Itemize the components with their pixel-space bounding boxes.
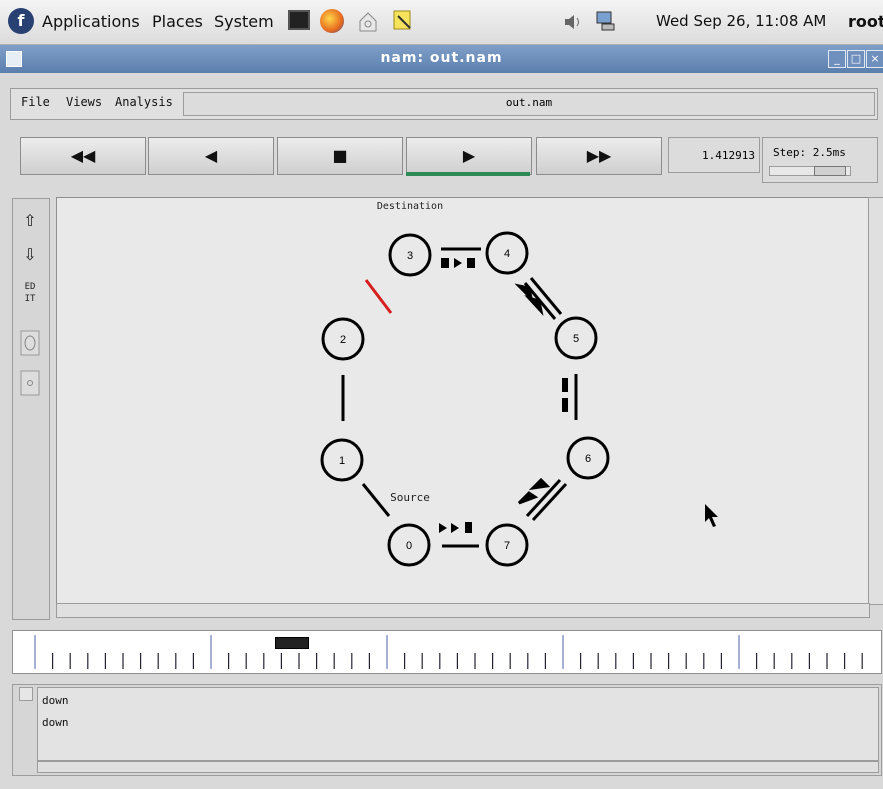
network-monitor-icon[interactable] xyxy=(594,9,618,33)
play-active-indicator xyxy=(406,172,530,176)
panel-menu-applications[interactable]: Applications xyxy=(42,12,140,31)
node-label-1: 1 xyxy=(339,455,345,467)
panel-menu-places[interactable]: Places xyxy=(152,12,203,31)
log-panel: down down xyxy=(12,684,882,776)
node-label-2: 2 xyxy=(340,334,346,346)
node-5[interactable]: 5 xyxy=(554,316,598,360)
step-slider-thumb[interactable] xyxy=(814,166,846,176)
node-label-7: 7 xyxy=(504,540,510,552)
menu-analysis[interactable]: Analysis xyxy=(115,95,173,109)
network-graph: 3 4 2 5 1 6 0 7 Destination Source xyxy=(320,201,718,567)
terminal-icon[interactable] xyxy=(288,10,310,30)
log-line: down xyxy=(42,694,69,707)
maximize-icon[interactable]: □ xyxy=(847,50,865,68)
node-3[interactable]: 3 xyxy=(388,233,432,277)
node-0[interactable]: 0 xyxy=(387,523,431,567)
packets-3-4 xyxy=(441,258,475,268)
node-7[interactable]: 7 xyxy=(485,523,529,567)
panel-user[interactable]: root xyxy=(848,12,883,31)
window-title: nam: out.nam xyxy=(380,50,503,66)
timeline-slider-thumb[interactable] xyxy=(275,637,309,649)
circle-tool-icon[interactable] xyxy=(17,329,43,357)
timeline[interactable] xyxy=(12,630,882,674)
network-canvas[interactable]: 3 4 2 5 1 6 0 7 Destination Source xyxy=(56,197,870,605)
stop-button[interactable]: ■ xyxy=(277,137,403,175)
source-label: Source xyxy=(390,491,430,504)
node-label-5: 5 xyxy=(573,333,579,345)
firefox-icon[interactable] xyxy=(320,9,344,33)
menubar: File Views Analysis out.nam xyxy=(10,88,878,120)
packets-0-7 xyxy=(439,522,472,533)
log-text-area[interactable]: down down xyxy=(37,687,879,761)
play-button[interactable]: ▶ xyxy=(406,137,532,175)
link-2-3 xyxy=(364,279,393,314)
fedora-logo-icon[interactable]: f xyxy=(8,8,34,34)
file-name-box: out.nam xyxy=(183,92,875,116)
node-2[interactable]: 2 xyxy=(321,317,365,361)
packets-5-6 xyxy=(562,378,568,412)
canvas-vertical-scrollbar[interactable] xyxy=(868,197,883,605)
link-0-1 xyxy=(361,483,391,517)
fast-forward-button[interactable]: ▶▶ xyxy=(536,137,662,175)
notes-icon[interactable] xyxy=(392,8,414,32)
window-titlebar[interactable]: nam: out.nam _ □ × xyxy=(0,45,883,73)
menu-views[interactable]: Views xyxy=(66,95,102,109)
minimize-icon[interactable]: _ xyxy=(828,50,846,68)
zoom-in-icon[interactable]: ⇧ xyxy=(17,207,43,235)
panel-menu-system[interactable]: System xyxy=(214,12,274,31)
step-control: Step: 2.5ms xyxy=(762,137,878,183)
node-label-4: 4 xyxy=(504,248,510,260)
destination-label: Destination xyxy=(377,201,443,212)
network-icon[interactable] xyxy=(357,9,379,33)
timeline-ticks xyxy=(34,635,863,669)
node-label-3: 3 xyxy=(407,250,413,262)
node-label-0: 0 xyxy=(406,540,412,552)
small-circle-icon[interactable] xyxy=(17,369,43,397)
time-readout: 1.412913 xyxy=(668,137,760,173)
step-label: Step: 2.5ms xyxy=(773,146,846,159)
node-1[interactable]: 1 xyxy=(320,438,364,482)
top-panel: f Applications Places System Wed Sep 26,… xyxy=(0,0,883,45)
zoom-out-icon[interactable]: ⇩ xyxy=(17,241,43,269)
edit-icon[interactable]: ED IT xyxy=(17,281,43,317)
step-back-button[interactable]: ◀ xyxy=(148,137,274,175)
rewind-button[interactable]: ◀◀ xyxy=(20,137,146,175)
close-icon[interactable]: × xyxy=(866,50,883,68)
log-vertical-scroll-box[interactable] xyxy=(19,687,33,701)
log-line: down xyxy=(42,716,69,729)
volume-icon[interactable] xyxy=(562,12,584,32)
node-label-6: 6 xyxy=(585,453,591,465)
tool-column: ⇧ ⇩ ED IT xyxy=(12,198,50,620)
menu-file[interactable]: File xyxy=(21,95,50,109)
node-4[interactable]: 4 xyxy=(485,231,529,275)
node-6[interactable]: 6 xyxy=(566,436,610,480)
log-horizontal-scrollbar[interactable] xyxy=(37,761,879,773)
step-slider[interactable] xyxy=(769,166,851,176)
file-name: out.nam xyxy=(505,96,553,109)
mouse-pointer-icon xyxy=(705,504,718,527)
panel-clock[interactable]: Wed Sep 26, 11:08 AM xyxy=(656,12,826,30)
canvas-horizontal-scrollbar[interactable] xyxy=(56,603,870,618)
